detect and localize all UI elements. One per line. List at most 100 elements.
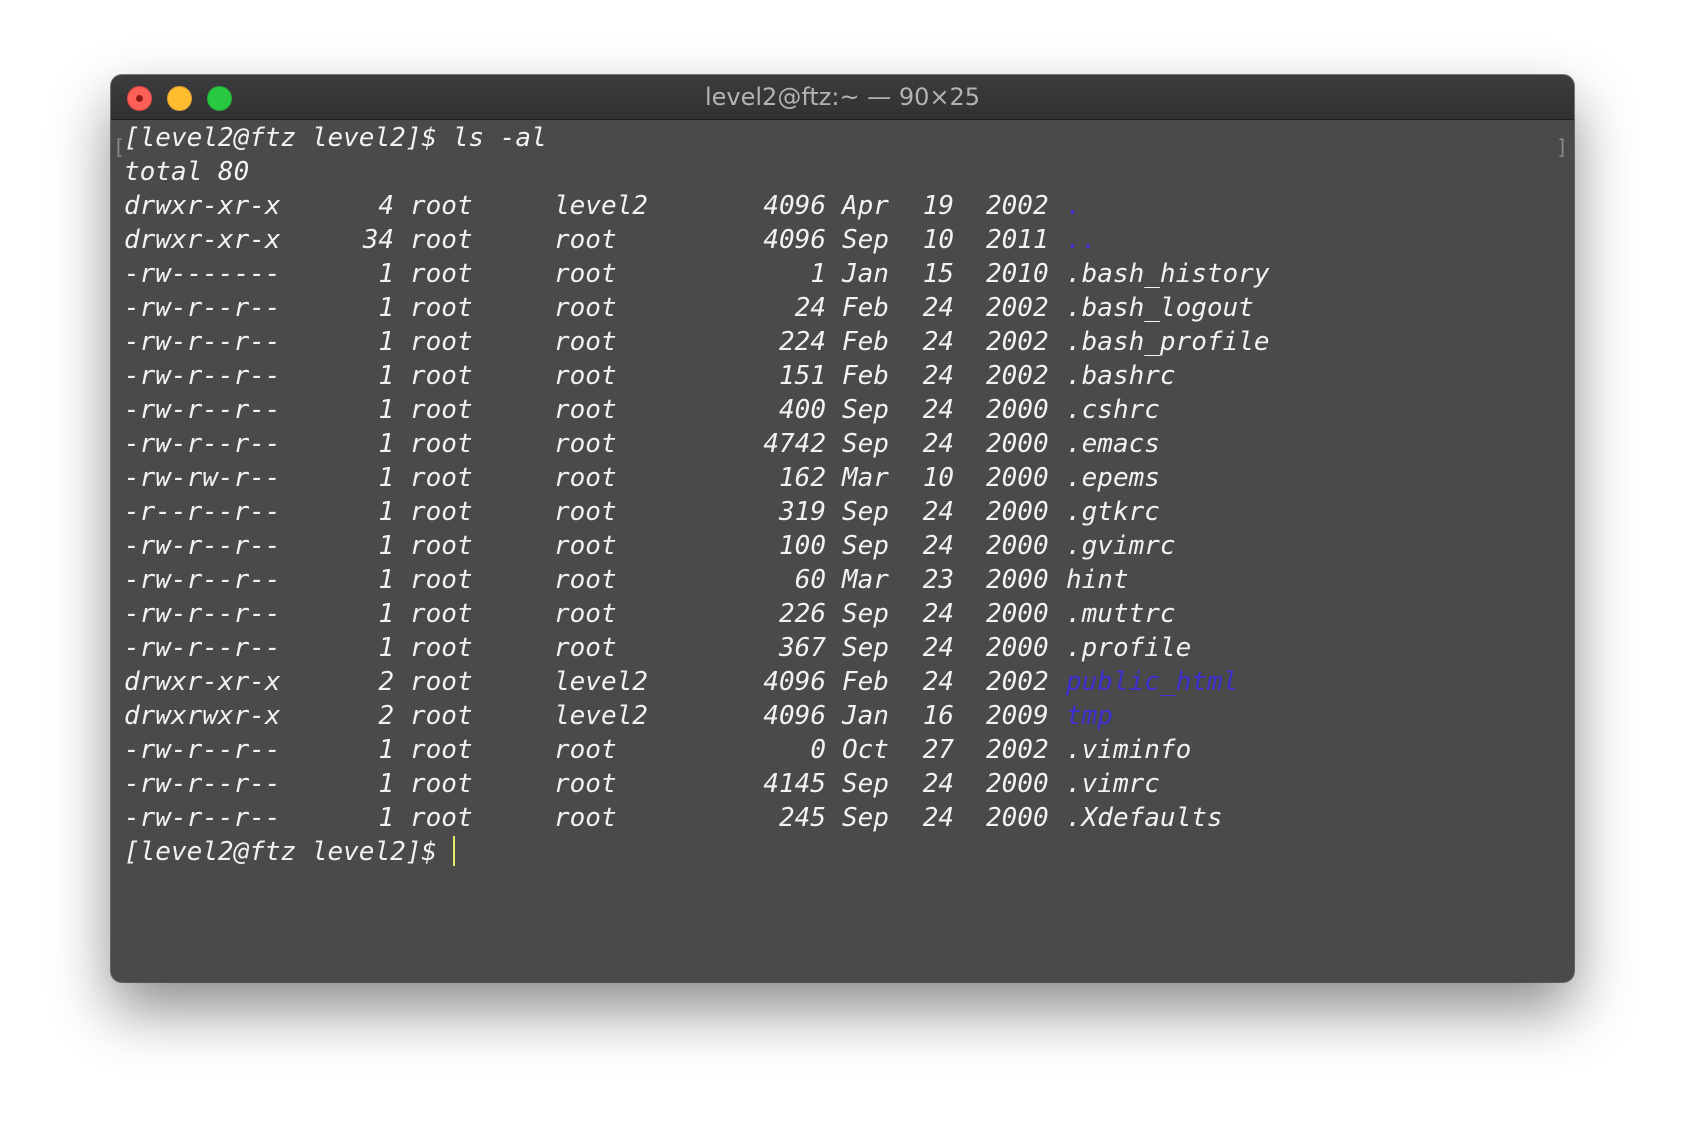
entry-month: Feb	[842, 293, 889, 323]
entry-day: 24	[922, 497, 954, 527]
entry-year: 2000	[986, 565, 1049, 595]
entry-size: 4096	[763, 225, 826, 255]
entry-month: Sep	[842, 225, 889, 255]
text-cursor	[453, 836, 456, 866]
entry-group: level2	[554, 667, 648, 697]
entry-day: 10	[922, 463, 954, 493]
mark-bracket-right: ]	[1555, 135, 1568, 159]
entry-year: 2002	[986, 735, 1049, 765]
prompt: [level2@ftz level2]$	[124, 123, 438, 153]
listing-row: drwxr-xr-x 4 root level2 4096 Apr 19 2002.	[124, 189, 1574, 223]
listing-row: -rw-r--r-- 1 root root 24 Feb 24 2002 .bash_logo…	[124, 291, 1574, 325]
entry-month: Sep	[842, 803, 889, 833]
entry-perm: drwxr-xr-x	[124, 667, 281, 697]
entry-links: 1	[378, 565, 394, 595]
entry-month: Mar	[842, 565, 889, 595]
entry-perm: -rw-rw-r--	[124, 463, 281, 493]
listing-row: drwxrwxr-x 2 root level2 4096 Jan 16 2009 tmp	[124, 699, 1574, 733]
entry-size: 151	[779, 361, 826, 391]
title-bar[interactable]: level2@ftz:~ — 90×25	[111, 75, 1574, 120]
entry-day: 24	[922, 667, 954, 697]
entry-links: 1	[378, 361, 394, 391]
entry-month: Sep	[842, 599, 889, 629]
entry-day: 27	[922, 735, 954, 765]
entry-group: root	[554, 735, 617, 765]
entry-group: level2	[554, 701, 648, 731]
listing-row: -r--r--r-- 1 root root 319 Sep 24 2000 .gtkrc	[124, 495, 1574, 529]
entry-links: 34	[362, 225, 394, 255]
entry-group: root	[554, 395, 617, 425]
command-text: ls -al	[452, 123, 547, 153]
entry-day: 10	[922, 225, 954, 255]
entry-perm: -r--r--r--	[124, 497, 281, 527]
entry-links: 1	[378, 735, 394, 765]
entry-year: 2000	[986, 497, 1049, 527]
entry-year: 2002	[986, 327, 1049, 357]
entry-perm: -rw-r--r--	[124, 361, 281, 391]
entry-year: 2002	[986, 293, 1049, 323]
entry-size: 4742	[763, 429, 826, 459]
entry-owner: root	[410, 395, 473, 425]
entry-group: root	[554, 565, 617, 595]
entry-month: Feb	[842, 667, 889, 697]
entry-day: 24	[922, 327, 954, 357]
entry-name: .bash_logout	[1066, 293, 1254, 323]
entry-size: 4096	[763, 667, 826, 697]
total-line: total 80	[124, 157, 250, 187]
entry-perm: -rw-r--r--	[124, 735, 281, 765]
entry-name: .gvimrc	[1066, 531, 1176, 561]
entry-size: 60	[794, 565, 826, 595]
entry-day: 16	[922, 701, 954, 731]
entry-size: 367	[779, 633, 826, 663]
entry-year: 2000	[986, 395, 1049, 425]
final-prompt-line: [level2@ftz level2]$	[124, 835, 1574, 869]
entry-group: level2	[554, 191, 648, 221]
entry-name: .muttrc	[1066, 599, 1176, 629]
entry-month: Jan	[842, 259, 889, 289]
entry-links: 1	[378, 531, 394, 561]
entry-links: 1	[378, 769, 394, 799]
terminal-content[interactable]: [ ] [level2@ftz level2]$ ls -al total 80…	[111, 120, 1574, 982]
entry-year: 2009	[986, 701, 1049, 731]
entry-size: 1	[810, 259, 826, 289]
final-prompt: [level2@ftz level2]$	[124, 837, 438, 867]
entry-owner: root	[410, 803, 473, 833]
entry-name: .cshrc	[1066, 395, 1160, 425]
entry-owner: root	[410, 531, 473, 561]
entry-owner: root	[410, 293, 473, 323]
entry-links: 1	[378, 803, 394, 833]
entry-links: 1	[378, 633, 394, 663]
entry-year: 2002	[986, 361, 1049, 391]
entry-links: 2	[378, 701, 394, 731]
entry-perm: -rw-r--r--	[124, 565, 281, 595]
entry-perm: -rw-------	[124, 259, 281, 289]
entry-group: root	[554, 327, 617, 357]
listing-row: -rw-r--r-- 1 root root 100 Sep 24 2000 .gvimrc	[124, 529, 1574, 563]
entry-day: 24	[922, 361, 954, 391]
listing-row: -rw-r--r-- 1 root root 226 Sep 24 2000 .muttrc	[124, 597, 1574, 631]
entry-size: 245	[779, 803, 826, 833]
file-listing: drwxr-xr-x 4 root level2 4096 Apr 19 2002. drwxr…	[124, 189, 1574, 835]
entry-day: 24	[922, 803, 954, 833]
listing-row: drwxr-xr-x 2 root level2 4096 Feb 24 2002 public…	[124, 665, 1574, 699]
entry-group: root	[554, 361, 617, 391]
entry-links: 1	[378, 429, 394, 459]
entry-group: root	[554, 803, 617, 833]
entry-links: 4	[378, 191, 394, 221]
entry-name: .bash_profile	[1066, 327, 1270, 357]
entry-month: Sep	[842, 497, 889, 527]
entry-month: Mar	[842, 463, 889, 493]
entry-name: .viminfo	[1066, 735, 1192, 765]
listing-row: -rw-r--r-- 1 root root 151 Feb 24 2002 .bashrc	[124, 359, 1574, 393]
entry-name: .	[1066, 191, 1082, 221]
entry-size: 162	[779, 463, 826, 493]
entry-month: Apr	[842, 191, 889, 221]
entry-name: .profile	[1066, 633, 1192, 663]
entry-size: 224	[779, 327, 826, 357]
entry-day: 24	[922, 395, 954, 425]
entry-owner: root	[410, 361, 473, 391]
entry-perm: -rw-r--r--	[124, 599, 281, 629]
entry-links: 1	[378, 327, 394, 357]
entry-year: 2011	[986, 225, 1049, 255]
entry-day: 23	[922, 565, 954, 595]
